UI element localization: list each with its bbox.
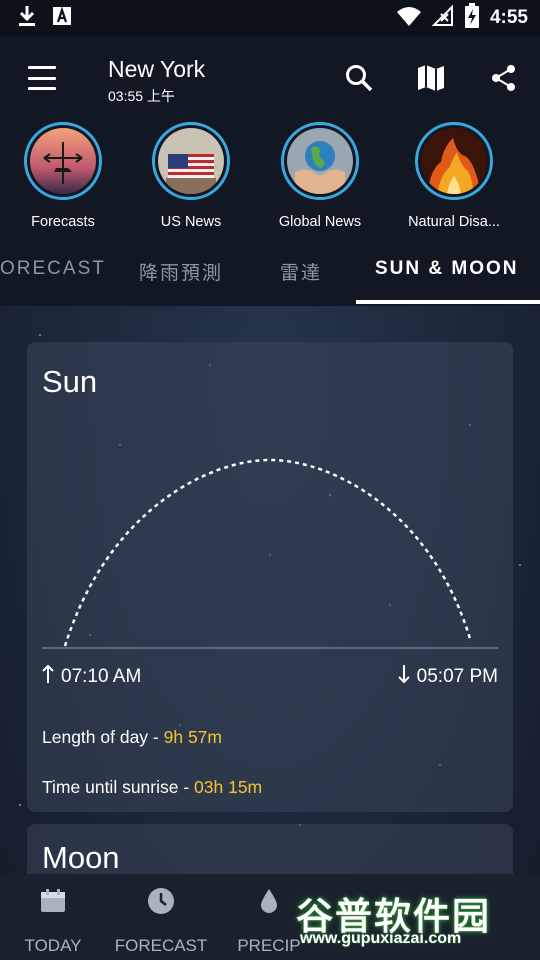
- tab-bar: ORECAST 降雨預測 雷達 SUN & MOON: [0, 242, 540, 306]
- story-row: Forecasts US News Global News Natural Di…: [0, 120, 540, 242]
- story-label: Forecasts: [31, 214, 95, 230]
- moon-card-title: Moon: [42, 840, 120, 875]
- wifi-icon: [396, 5, 422, 32]
- battery-charging-icon: [464, 2, 480, 34]
- sunset-time: 05:07 PM: [397, 664, 498, 690]
- story-us-news[interactable]: US News: [126, 122, 256, 230]
- map-icon[interactable]: [413, 60, 449, 96]
- arrow-up-icon: [41, 664, 55, 690]
- weathervane-thumbnail: [30, 128, 96, 194]
- tab-forecast[interactable]: ORECAST: [0, 258, 106, 280]
- search-icon[interactable]: [341, 60, 377, 96]
- nav-forecast[interactable]: FORECAST: [106, 886, 216, 956]
- sun-card: Sun 07:10 AM 05:07 PM Length of day - 9h…: [27, 342, 513, 812]
- time-until-sunrise-label: Time until sunrise -: [42, 777, 195, 797]
- story-ring: [281, 122, 359, 200]
- story-ring: [415, 122, 493, 200]
- tab-radar[interactable]: 雷達: [280, 258, 322, 285]
- local-time: 03:55 上午: [108, 88, 175, 104]
- sunset-value: 05:07 PM: [416, 666, 498, 687]
- app-bar: New York 03:55 上午: [0, 36, 540, 120]
- story-label: Global News: [278, 214, 362, 230]
- download-icon: [16, 4, 38, 33]
- story-ring: [24, 122, 102, 200]
- calendar-icon: [0, 886, 108, 916]
- arrow-down-icon: [397, 664, 411, 690]
- length-of-day: Length of day - 9h 57m: [42, 727, 222, 748]
- watermark: 谷普软件园 www.gupuxiazai.com: [296, 886, 536, 954]
- nav-label: TODAY: [24, 936, 82, 955]
- active-tab-indicator: [356, 300, 540, 304]
- city-name[interactable]: New York: [108, 56, 205, 83]
- app-root: 4:55 New York 03:55 上午 Forecasts US News…: [0, 0, 540, 960]
- sun-card-title: Sun: [42, 364, 98, 399]
- nav-today[interactable]: TODAY: [0, 886, 108, 956]
- sunrise-time: 07:10 AM: [41, 664, 141, 690]
- menu-icon[interactable]: [22, 62, 62, 94]
- story-forecasts[interactable]: Forecasts: [0, 122, 128, 230]
- tab-precipitation[interactable]: 降雨預測: [139, 258, 223, 285]
- time-until-sunrise: Time until sunrise - 03h 15m: [42, 777, 262, 798]
- globe-hands-thumbnail: [287, 128, 353, 194]
- sunrise-value: 07:10 AM: [61, 666, 142, 687]
- share-icon[interactable]: [486, 60, 522, 96]
- fire-thumbnail: [421, 128, 487, 194]
- story-label: Natural Disa...: [408, 214, 500, 230]
- nav-label: FORECAST: [114, 936, 208, 955]
- time-until-sunrise-value: 03h 15m: [194, 777, 263, 797]
- story-global-news[interactable]: Global News: [255, 122, 385, 230]
- no-signal-icon: [431, 4, 454, 32]
- clock-icon: [106, 886, 216, 916]
- us-flag-thumbnail: [158, 128, 224, 194]
- font-a-icon: [52, 6, 72, 31]
- status-time: 4:55: [489, 7, 528, 28]
- status-bar: 4:55: [0, 0, 540, 36]
- sun-path-arc: [42, 458, 498, 649]
- watermark-url: www.gupuxiazai.com: [300, 930, 462, 947]
- tab-sun-moon[interactable]: SUN & MOON: [375, 258, 519, 280]
- length-of-day-label: Length of day -: [42, 727, 164, 747]
- story-label: US News: [160, 214, 222, 230]
- story-natural-disasters[interactable]: Natural Disa...: [389, 122, 519, 230]
- story-ring: [152, 122, 230, 200]
- length-of-day-value: 9h 57m: [163, 727, 222, 747]
